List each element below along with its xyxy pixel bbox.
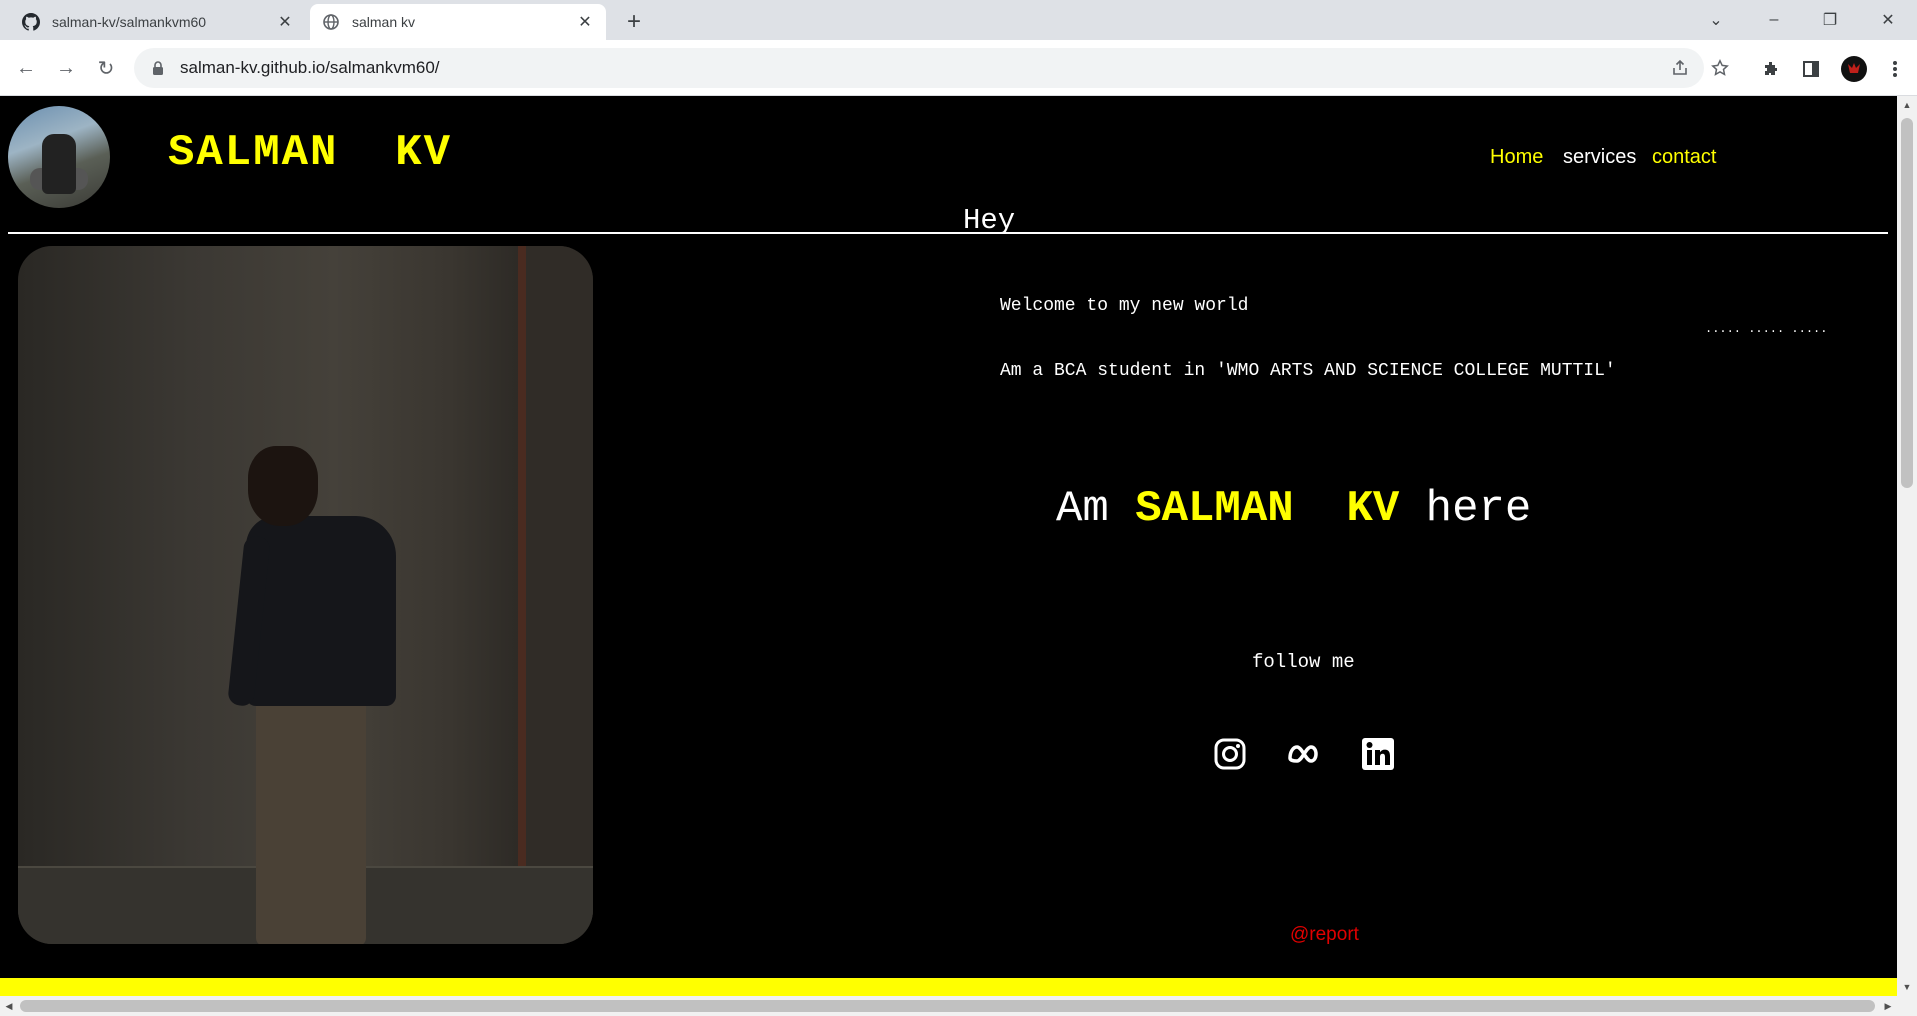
- web-page: SALMAN KV Home services contact Hey Welc…: [0, 96, 1897, 996]
- github-icon: [22, 13, 40, 31]
- student-text: Am a BCA student in 'WMO ARTS AND SCIENC…: [1000, 361, 1616, 381]
- scroll-thumb[interactable]: [1901, 118, 1913, 488]
- scroll-left-icon[interactable]: ◀: [0, 996, 18, 1016]
- nav-services[interactable]: services: [1563, 146, 1636, 169]
- reload-icon[interactable]: ↻: [88, 50, 124, 86]
- greeting: Hey: [963, 204, 1016, 237]
- meta-icon[interactable]: [1284, 734, 1324, 774]
- close-tab-icon[interactable]: ✕: [276, 13, 294, 31]
- horizontal-scrollbar[interactable]: ◀ ▶: [0, 996, 1917, 1016]
- close-window-icon[interactable]: ✕: [1864, 0, 1912, 40]
- close-tab-icon[interactable]: ✕: [576, 13, 594, 31]
- nav-home[interactable]: Home: [1490, 146, 1543, 169]
- site-brand: SALMAN KV: [168, 128, 453, 178]
- hero-prefix: Am: [1056, 484, 1136, 534]
- side-panel-icon[interactable]: [1800, 58, 1822, 80]
- nav-contact[interactable]: contact: [1652, 146, 1716, 169]
- restore-icon[interactable]: ❐: [1806, 0, 1854, 40]
- browser-toolbar: ← → ↻ salman-kv.github.io/salmankvm60/: [0, 40, 1917, 96]
- rider-shape: [42, 134, 76, 194]
- new-tab-icon[interactable]: +: [620, 8, 648, 36]
- hero-heading: Am SALMAN KV here: [1056, 484, 1531, 534]
- share-icon[interactable]: [1670, 58, 1690, 78]
- hero-suffix: here: [1399, 484, 1532, 534]
- tab-github[interactable]: salman-kv/salmankvm60 ✕: [10, 4, 306, 40]
- footer-bar: [0, 978, 1897, 996]
- bookmark-star-icon[interactable]: [1710, 58, 1730, 78]
- dotted-decoration: ..... ..... .....: [1705, 322, 1828, 336]
- address-bar[interactable]: salman-kv.github.io/salmankvm60/: [134, 48, 1704, 88]
- tab-title: salman-kv/salmankvm60: [52, 14, 207, 30]
- linkedin-icon[interactable]: [1358, 734, 1398, 774]
- url-text: salman-kv.github.io/salmankvm60/: [180, 58, 440, 77]
- follow-label: follow me: [1252, 651, 1355, 673]
- profile-avatar: [8, 106, 110, 208]
- tab-strip: salman-kv/salmankvm60 ✕ salman kv ✕ + ⌄ …: [0, 0, 1917, 40]
- tab-title: salman kv: [352, 14, 416, 30]
- back-icon[interactable]: ←: [8, 50, 44, 86]
- tab-search-icon[interactable]: ⌄: [1692, 0, 1740, 40]
- report-link[interactable]: @report: [1290, 924, 1359, 946]
- hero-name: SALMAN KV: [1135, 484, 1400, 534]
- vertical-scrollbar[interactable]: ▲ ▼: [1897, 96, 1917, 996]
- lock-icon: [150, 60, 166, 76]
- forward-icon[interactable]: →: [48, 50, 84, 86]
- profile-avatar-icon[interactable]: [1839, 54, 1869, 84]
- scroll-up-icon[interactable]: ▲: [1897, 96, 1917, 114]
- instagram-icon[interactable]: [1210, 734, 1250, 774]
- profile-photo: [18, 246, 593, 944]
- extensions-icon[interactable]: [1760, 58, 1782, 80]
- globe-icon: [322, 13, 340, 31]
- more-menu-icon[interactable]: [1884, 58, 1906, 80]
- minimize-icon[interactable]: –: [1750, 0, 1798, 40]
- welcome-text: Welcome to my new world: [1000, 296, 1249, 316]
- scroll-down-icon[interactable]: ▼: [1897, 978, 1917, 996]
- scroll-right-icon[interactable]: ▶: [1879, 996, 1897, 1016]
- tab-salman-kv[interactable]: salman kv ✕: [310, 4, 606, 40]
- header-divider: [8, 232, 1888, 234]
- scroll-thumb-horizontal[interactable]: [20, 1000, 1875, 1012]
